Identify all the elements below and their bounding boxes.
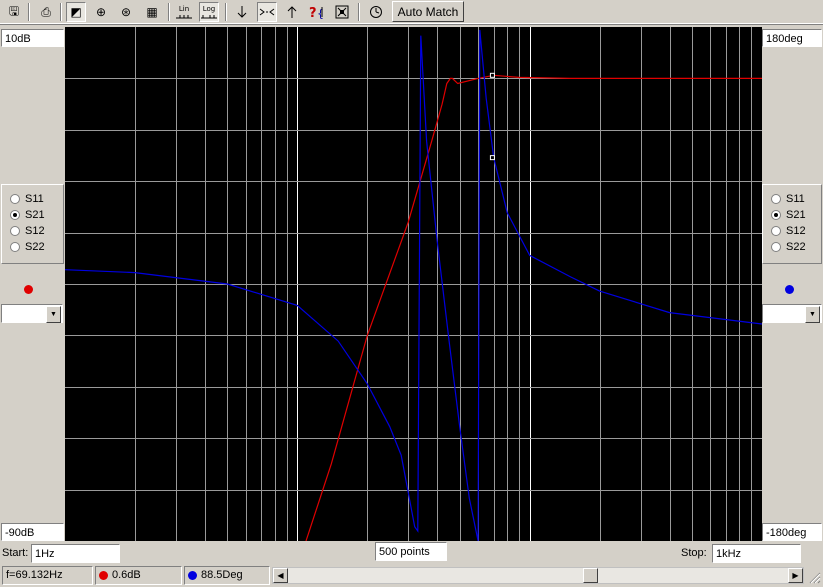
right-radio-s11[interactable]: S11 xyxy=(763,191,821,207)
chevron-down-icon[interactable]: ▼ xyxy=(46,306,61,323)
magnitude-value: 0.6dB xyxy=(112,569,141,581)
left-trace-select[interactable]: ▼ xyxy=(1,304,63,323)
radio-icon xyxy=(10,226,20,236)
toolbar-separator xyxy=(168,3,170,21)
radio-selected-icon xyxy=(771,210,781,220)
clock-icon[interactable] xyxy=(366,2,386,22)
scroll-left-icon[interactable]: ◀ xyxy=(273,568,288,583)
scroll-thumb[interactable] xyxy=(583,568,598,583)
smith-chart-icon[interactable]: ⊛ xyxy=(116,2,136,22)
phase-value: 88.5Deg xyxy=(201,569,243,581)
horizontal-scrollbar[interactable]: ◀ ▶ xyxy=(272,567,804,584)
toolbar-separator xyxy=(28,3,30,21)
magnitude-marker[interactable] xyxy=(489,72,495,78)
radio-label: S21 xyxy=(786,209,806,221)
radio-icon xyxy=(771,242,781,252)
radio-label: S21 xyxy=(25,209,45,221)
right-axis-max-field[interactable]: 180deg xyxy=(762,29,822,47)
radio-label: S11 xyxy=(786,193,805,205)
save-icon[interactable]: 🖫 xyxy=(4,2,24,22)
toolbar-separator xyxy=(225,3,227,21)
radio-selected-icon xyxy=(10,210,20,220)
radio-icon xyxy=(10,242,20,252)
start-label: Start: xyxy=(2,547,29,559)
component-icon[interactable] xyxy=(332,2,352,22)
magnitude-color-dot xyxy=(99,571,108,580)
radio-icon xyxy=(771,226,781,236)
left-trace-color-dot xyxy=(24,285,33,294)
radio-icon xyxy=(10,194,20,204)
arrow-down-icon[interactable] xyxy=(232,2,252,22)
right-axis-min-field[interactable]: -180deg xyxy=(762,523,822,541)
rect-plot-icon[interactable]: ◩ xyxy=(66,2,86,22)
left-axis-max-field[interactable]: 10dB xyxy=(1,29,64,47)
table-icon[interactable]: ▦ xyxy=(142,2,162,22)
help-icon[interactable]: ?{ xyxy=(307,2,327,22)
radio-label: S12 xyxy=(25,225,45,237)
svg-text:{: { xyxy=(317,7,324,20)
left-radio-s11[interactable]: S11 xyxy=(2,191,63,207)
right-trace-select[interactable]: ▼ xyxy=(762,304,822,323)
log-scale-button[interactable]: Log xyxy=(199,2,219,22)
radio-label: S22 xyxy=(25,241,45,253)
chevron-down-icon[interactable]: ▼ xyxy=(805,306,820,323)
zoom-in-icon[interactable] xyxy=(257,2,277,22)
stop-frequency-field[interactable]: 1kHz xyxy=(712,544,801,563)
lin-scale-icon xyxy=(176,14,192,18)
lin-label: Lin xyxy=(178,4,190,13)
left-radio-s22[interactable]: S22 xyxy=(2,239,63,255)
phase-marker[interactable] xyxy=(489,155,495,161)
right-radio-s21[interactable]: S21 xyxy=(763,207,821,223)
toolbar: 🖫 ⎙ ◩ ⊕ ⊛ ▦ Lin Log ?{ Auto Match xyxy=(0,0,823,25)
points-field[interactable]: 500 points xyxy=(375,542,447,561)
frequency-readout: f=69.132Hz xyxy=(2,566,93,585)
right-radio-s22[interactable]: S22 xyxy=(763,239,821,255)
radio-icon xyxy=(771,194,781,204)
polar-plot-icon[interactable]: ⊕ xyxy=(91,2,111,22)
stop-label: Stop: xyxy=(681,547,707,559)
left-radio-s21[interactable]: S21 xyxy=(2,207,63,223)
toolbar-separator xyxy=(358,3,360,21)
left-axis-min-field[interactable]: -90dB xyxy=(1,523,64,541)
left-radio-s12[interactable]: S12 xyxy=(2,223,63,239)
print-icon[interactable]: ⎙ xyxy=(36,2,56,22)
phase-readout: 88.5Deg xyxy=(184,566,270,585)
radio-label: S12 xyxy=(786,225,806,237)
radio-label: S11 xyxy=(25,193,44,205)
lin-scale-button[interactable]: Lin xyxy=(174,2,194,22)
right-param-group: S11 S21 S12 S22 xyxy=(762,184,822,264)
phase-color-dot xyxy=(188,571,197,580)
radio-label: S22 xyxy=(786,241,806,253)
plot-area[interactable] xyxy=(65,27,762,541)
start-frequency-field[interactable]: 1Hz xyxy=(31,544,120,563)
log-scale-icon xyxy=(201,14,217,18)
magnitude-readout: 0.6dB xyxy=(95,566,182,585)
toolbar-separator xyxy=(60,3,62,21)
left-param-group: S11 S21 S12 S22 xyxy=(1,184,64,264)
svg-text:?: ? xyxy=(309,6,317,20)
right-radio-s12[interactable]: S12 xyxy=(763,223,821,239)
log-label: Log xyxy=(202,4,216,13)
right-trace-color-dot xyxy=(785,285,794,294)
resize-grip-icon[interactable] xyxy=(807,570,821,584)
arrow-up-icon[interactable] xyxy=(282,2,302,22)
scroll-right-icon[interactable]: ▶ xyxy=(788,568,803,583)
auto-match-button[interactable]: Auto Match xyxy=(392,1,464,22)
